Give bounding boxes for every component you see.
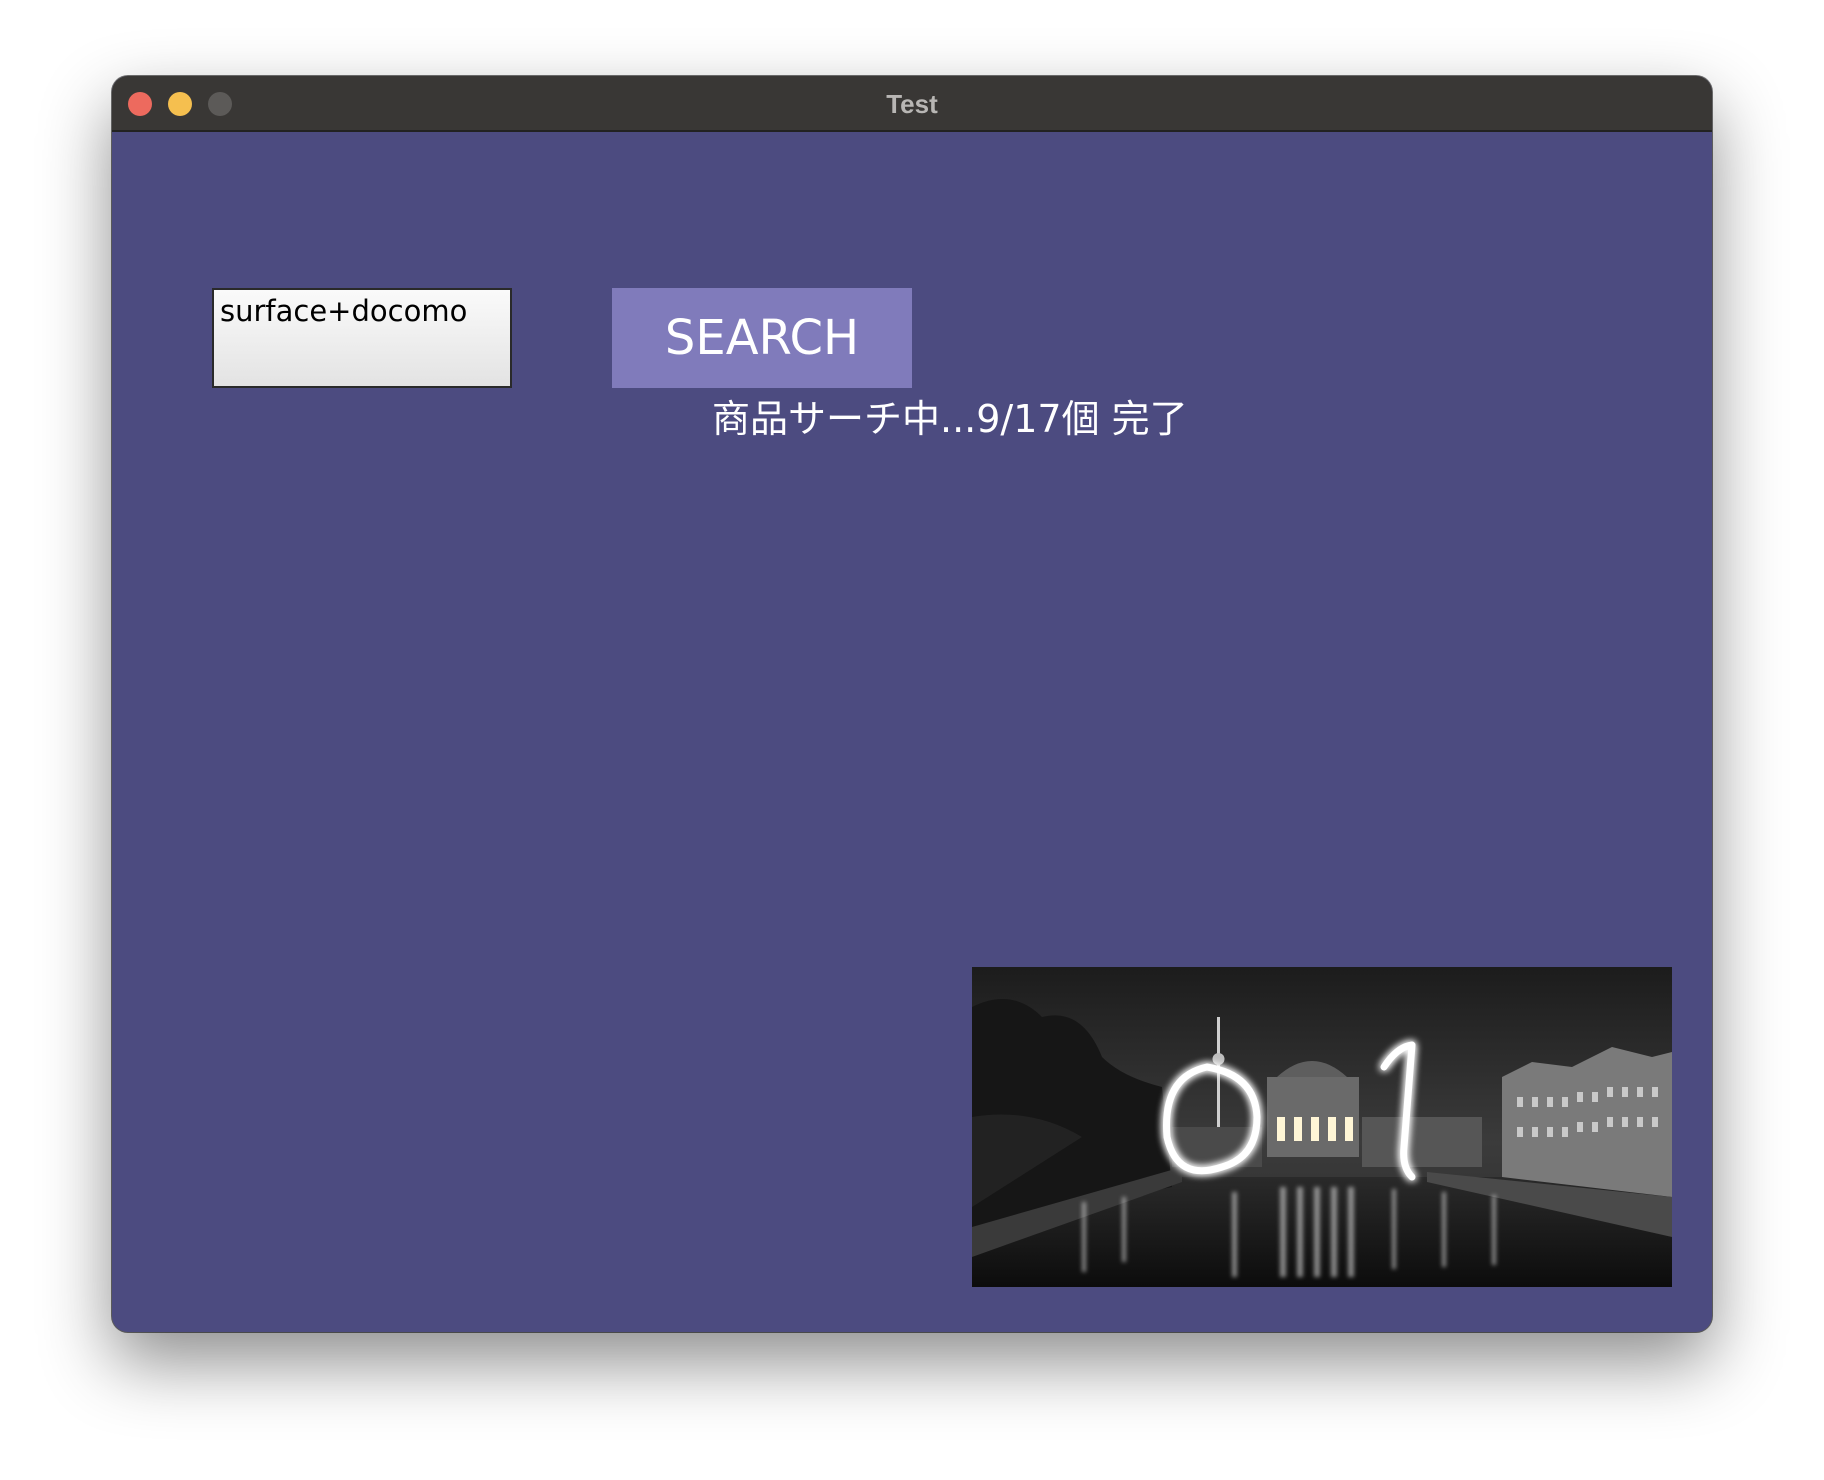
search-button[interactable]: SEARCH [612, 288, 912, 388]
main-content: surface+docomo SEARCH 商品サーチ中...9/17個 完了 [112, 132, 1712, 1332]
search-input[interactable]: surface+docomo [212, 288, 512, 388]
app-window: Test surface+docomo SEARCH 商品サーチ中...9/17… [112, 76, 1712, 1332]
search-status-text: 商品サーチ中...9/17個 完了 [712, 397, 1188, 441]
night-city-photo [972, 967, 1672, 1287]
title-bar[interactable]: Test [112, 76, 1712, 132]
window-title: Test [886, 89, 938, 119]
